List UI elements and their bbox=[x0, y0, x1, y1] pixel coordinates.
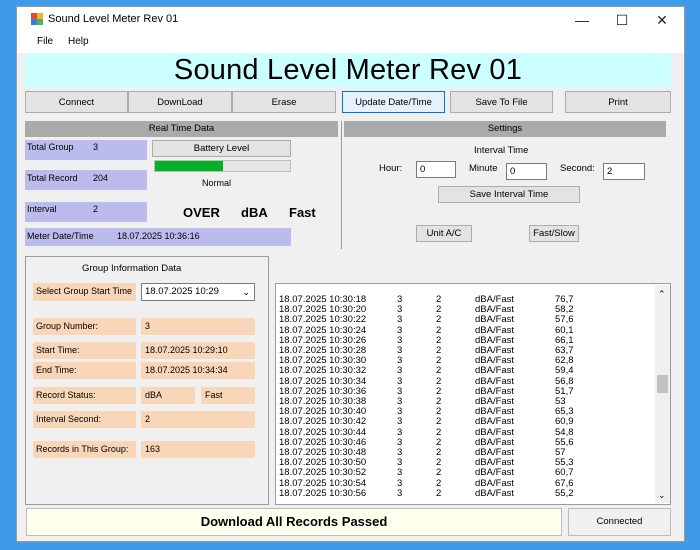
meter-date-value: 18.07.2025 10:36:16 bbox=[117, 231, 200, 241]
save-to-file-button[interactable]: Save To File bbox=[450, 91, 553, 113]
record-level: 55,2 bbox=[555, 487, 574, 499]
download-button[interactable]: DownLoad bbox=[128, 91, 232, 113]
records-list[interactable]: 18.07.2025 10:30:18 3 2 dBA/Fast 76,7 18.07.2… bbox=[275, 283, 671, 505]
second-label: Second: bbox=[560, 163, 595, 174]
close-button[interactable]: ✕ bbox=[642, 7, 682, 33]
fast-slow-button[interactable]: Fast/Slow bbox=[529, 225, 579, 242]
erase-button[interactable]: Erase bbox=[232, 91, 336, 113]
group-number-value: 3 bbox=[145, 321, 151, 331]
select-group-label: Select Group Start Time bbox=[36, 286, 133, 296]
app-icon bbox=[31, 13, 43, 25]
settings-header: Settings bbox=[344, 121, 666, 137]
records-scrollbar[interactable]: ⌃ ⌄ bbox=[655, 285, 670, 503]
update-datetime-button[interactable]: Update Date/Time bbox=[342, 91, 445, 113]
record-interval: 2 bbox=[436, 487, 442, 499]
speed-indicator: Fast bbox=[289, 205, 316, 220]
app-window: Sound Level Meter Rev 01 — ☐ ✕ File Help… bbox=[16, 6, 685, 542]
connect-button[interactable]: Connect bbox=[25, 91, 128, 113]
menu-bar: File Help bbox=[17, 33, 684, 53]
interval-second-label-box: Interval Second: bbox=[33, 411, 136, 428]
record-status-unit-box: dBA bbox=[141, 387, 195, 404]
total-record-value: 204 bbox=[93, 173, 109, 183]
menu-help[interactable]: Help bbox=[68, 36, 89, 47]
end-time-label: End Time: bbox=[36, 365, 77, 375]
group-start-value: 18.07.2025 10:29 bbox=[145, 286, 219, 297]
battery-level-fill bbox=[155, 161, 223, 171]
group-number-label: Group Number: bbox=[36, 321, 99, 331]
total-record-label: Total Record bbox=[27, 173, 78, 183]
record-row[interactable]: 18.07.2025 10:30:56 3 2 dBA/Fast 55,2 bbox=[276, 488, 654, 499]
group-number-label-box: Group Number: bbox=[33, 318, 136, 335]
interval-time-title: Interval Time bbox=[474, 145, 529, 156]
start-time-label: Start Time: bbox=[36, 345, 80, 355]
record-status-unit: dBA bbox=[145, 390, 163, 400]
end-time-value-box: 18.07.2025 10:34:34 bbox=[141, 362, 255, 379]
record-group: 3 bbox=[397, 487, 403, 499]
battery-level-bar bbox=[154, 160, 291, 172]
minute-input[interactable]: 0 bbox=[506, 163, 547, 180]
interval-label: Interval bbox=[27, 204, 57, 214]
menu-file[interactable]: File bbox=[37, 36, 53, 47]
start-time-value: 18.07.2025 10:29:10 bbox=[145, 345, 228, 355]
record-status-label: Record Status: bbox=[36, 390, 96, 400]
unit-indicator: dBA bbox=[241, 205, 268, 220]
group-number-value-box: 3 bbox=[141, 318, 255, 335]
connection-status: Connected bbox=[568, 508, 671, 536]
record-status-speed-box: Fast bbox=[201, 387, 255, 404]
save-interval-button[interactable]: Save Interval Time bbox=[438, 186, 580, 203]
select-group-row: Select Group Start Time bbox=[33, 283, 136, 301]
start-time-value-box: 18.07.2025 10:29:10 bbox=[141, 342, 255, 359]
maximize-button[interactable]: ☐ bbox=[602, 7, 642, 33]
hour-label: Hour: bbox=[379, 163, 403, 174]
interval-value: 2 bbox=[93, 204, 99, 214]
scroll-down-icon[interactable]: ⌄ bbox=[658, 490, 666, 501]
battery-level-button[interactable]: Battery Level bbox=[152, 140, 291, 157]
records-count-label: Records in This Group: bbox=[36, 444, 129, 454]
interval-second-value: 2 bbox=[145, 414, 151, 424]
scroll-up-icon[interactable]: ⌃ bbox=[658, 289, 666, 300]
records-count-value-box: 163 bbox=[141, 441, 255, 458]
end-time-label-box: End Time: bbox=[33, 362, 136, 379]
group-info-title: Group Information Data bbox=[82, 263, 182, 274]
total-group-label: Total Group bbox=[27, 142, 74, 152]
interval-row: Interval 2 bbox=[25, 202, 147, 222]
unit-ac-button[interactable]: Unit A/C bbox=[416, 225, 472, 242]
interval-second-label: Interval Second: bbox=[36, 414, 102, 424]
end-time-value: 18.07.2025 10:34:34 bbox=[145, 365, 228, 375]
minute-label: Minute bbox=[469, 163, 498, 174]
panel-divider bbox=[341, 121, 342, 249]
record-status-label-box: Record Status: bbox=[33, 387, 136, 404]
total-group-row: Total Group 3 bbox=[25, 140, 147, 160]
second-input[interactable]: 2 bbox=[603, 163, 645, 180]
print-button[interactable]: Print bbox=[565, 91, 671, 113]
meter-date-label: Meter Date/Time bbox=[27, 231, 94, 241]
start-time-label-box: Start Time: bbox=[33, 342, 136, 359]
total-group-value: 3 bbox=[93, 142, 99, 152]
meter-date-row: Meter Date/Time 18.07.2025 10:36:16 bbox=[25, 228, 291, 246]
records-count-label-box: Records in This Group: bbox=[33, 441, 136, 458]
record-time: 18.07.2025 10:30:56 bbox=[279, 487, 367, 499]
window-title: Sound Level Meter Rev 01 bbox=[48, 13, 179, 25]
battery-status: Normal bbox=[202, 178, 232, 188]
interval-second-value-box: 2 bbox=[141, 411, 255, 428]
total-record-row: Total Record 204 bbox=[25, 170, 147, 190]
scroll-thumb[interactable] bbox=[657, 375, 668, 393]
app-banner: Sound Level Meter Rev 01 bbox=[25, 53, 671, 87]
realtime-header: Real Time Data bbox=[25, 121, 338, 137]
record-mode: dBA/Fast bbox=[475, 487, 515, 499]
status-message: Download All Records Passed bbox=[26, 508, 562, 536]
group-start-dropdown[interactable]: 18.07.2025 10:29 ⌄ bbox=[141, 283, 255, 301]
record-status-speed: Fast bbox=[205, 390, 223, 400]
minimize-button[interactable]: — bbox=[562, 7, 602, 33]
title-bar: Sound Level Meter Rev 01 — ☐ ✕ bbox=[17, 7, 684, 33]
over-indicator: OVER bbox=[183, 205, 220, 220]
chevron-down-icon: ⌄ bbox=[242, 287, 250, 297]
hour-input[interactable]: 0 bbox=[416, 161, 456, 178]
records-count-value: 163 bbox=[145, 444, 161, 454]
